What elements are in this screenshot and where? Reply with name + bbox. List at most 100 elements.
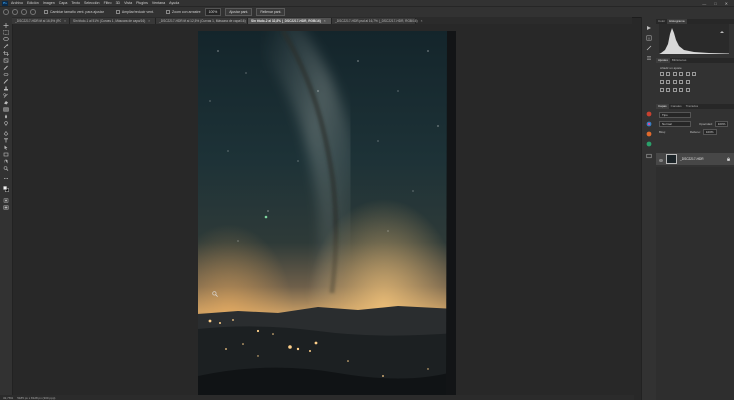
styles-icon[interactable] [646, 121, 652, 127]
tab-adjustments[interactable]: Ajustes [656, 58, 670, 63]
close-window-button[interactable]: ✕ [725, 1, 728, 6]
hand-tool-icon[interactable] [3, 159, 9, 164]
menu-texto[interactable]: Texto [71, 1, 80, 5]
clone-stamp-tool-icon[interactable] [3, 86, 9, 91]
lock-icon [727, 157, 730, 161]
fill-screen-button[interactable]: Rellenar pant. [256, 8, 286, 16]
pen-tool-icon[interactable] [3, 131, 9, 136]
timeline-icon[interactable] [646, 153, 652, 159]
tab-channels[interactable]: Canales [669, 104, 684, 109]
lasso-tool-icon[interactable] [3, 37, 9, 42]
color-balance-icon[interactable] [660, 80, 664, 84]
menu-ventana[interactable]: Ventana [152, 1, 165, 5]
close-tab-icon[interactable]: × [64, 19, 66, 23]
eyedropper-tool-icon[interactable] [3, 65, 9, 70]
quick-mask-icon[interactable] [3, 198, 9, 203]
tools-panel [0, 17, 13, 400]
tab-paths[interactable]: Trazados [684, 104, 700, 109]
hue-saturation-icon[interactable] [691, 72, 696, 76]
quick-select-tool-icon[interactable] [3, 44, 9, 49]
home-icon[interactable] [3, 9, 9, 15]
zoom-tool-icon[interactable] [12, 9, 18, 15]
gradient-tool-icon[interactable] [3, 107, 9, 112]
close-tab-icon[interactable]: × [148, 19, 150, 23]
properties-icon[interactable] [646, 55, 652, 61]
spot-healing-tool-icon[interactable] [3, 72, 9, 77]
menu-filtro[interactable]: Filtro [104, 1, 112, 5]
close-tab-icon[interactable]: × [421, 19, 423, 23]
zoom-tool-icon[interactable] [3, 166, 9, 171]
libraries-color-icon[interactable] [646, 111, 652, 117]
resize-windows-checkbox[interactable] [44, 10, 48, 14]
collapsed-panel-strip [641, 17, 657, 400]
brush-settings-icon[interactable] [646, 45, 652, 51]
menu-3d[interactable]: 3D [116, 1, 121, 5]
menu-vista[interactable]: Vista [124, 1, 132, 5]
menu-edicion[interactable]: Edición [27, 1, 39, 5]
history-icon[interactable] [646, 25, 652, 31]
threshold-icon[interactable] [672, 88, 677, 92]
selective-color-icon[interactable] [679, 88, 684, 92]
document-image[interactable] [198, 31, 456, 396]
panels-dock: Color Histograma Ajustes Bibliotecas Aña… [656, 17, 734, 400]
tab-layers[interactable]: Capas [656, 104, 669, 109]
fill-field[interactable]: 100% [702, 129, 717, 136]
photo-filter-icon[interactable] [672, 80, 677, 84]
exposure-icon[interactable] [679, 72, 684, 76]
crop-tool-icon[interactable] [3, 51, 9, 56]
posterize-icon[interactable] [666, 88, 671, 92]
brush-tool-icon[interactable] [3, 79, 9, 84]
menu-capa[interactable]: Capa [59, 1, 68, 5]
frame-tool-icon[interactable] [3, 58, 9, 63]
rectangle-tool-icon[interactable] [3, 152, 9, 157]
patterns-icon[interactable] [646, 141, 652, 147]
invert-icon[interactable] [660, 88, 664, 92]
layers-list-empty-area [656, 167, 734, 400]
vibrance-icon[interactable] [685, 72, 690, 76]
minimize-button[interactable]: — [702, 1, 706, 6]
layer-filter-row: Tipo [659, 112, 691, 119]
history-brush-tool-icon[interactable] [3, 93, 9, 98]
color-swatches-icon[interactable] [3, 185, 9, 194]
zoom-all-label: Ampliar/reducir vent. [121, 10, 154, 14]
more-tools-icon[interactable] [3, 176, 9, 181]
menu-plugins[interactable]: Plugins [136, 1, 148, 5]
layer-name[interactable]: _DSC2217-HDR [680, 157, 704, 161]
marquee-tool-icon[interactable] [3, 30, 9, 35]
eraser-tool-icon[interactable] [3, 100, 9, 105]
path-selection-tool-icon[interactable] [3, 145, 9, 150]
paragraph-icon[interactable] [646, 131, 652, 137]
close-tab-icon[interactable]: × [324, 19, 326, 23]
menu-imagen[interactable]: Imagen [43, 1, 55, 5]
kind-filter-select[interactable]: Tipo [659, 112, 691, 119]
menu-ayuda[interactable]: Ayuda [169, 1, 179, 5]
zoom-in-icon[interactable] [21, 9, 27, 15]
eye-icon[interactable] [659, 158, 663, 162]
black-white-icon[interactable] [666, 80, 671, 84]
scrubby-zoom-checkbox[interactable] [166, 10, 170, 14]
fit-screen-button[interactable]: Ajustar pant. [225, 8, 253, 16]
curves-icon[interactable] [672, 72, 677, 76]
color-lookup-icon[interactable] [685, 80, 690, 84]
zoom-percent-field[interactable]: 100% [204, 8, 222, 16]
screen-mode-icon[interactable] [3, 205, 9, 210]
brightness-icon[interactable] [660, 72, 664, 76]
type-tool-icon[interactable] [3, 138, 9, 143]
blur-tool-icon[interactable] [3, 114, 9, 119]
dodge-tool-icon[interactable] [3, 121, 9, 126]
maximize-button[interactable]: □ [714, 1, 716, 6]
menu-archivo[interactable]: Archivo [11, 1, 23, 5]
move-tool-icon[interactable] [3, 23, 9, 28]
opacity-field[interactable]: 100% [714, 121, 729, 128]
tab-libraries[interactable]: Bibliotecas [670, 58, 689, 63]
levels-icon[interactable] [666, 72, 671, 76]
blend-mode-select[interactable]: Normal [659, 121, 691, 128]
status-zoom[interactable]: 32,76% [3, 396, 13, 400]
info-icon[interactable] [646, 35, 652, 41]
gradient-map-icon[interactable] [685, 88, 690, 92]
channel-mixer-icon[interactable] [679, 80, 684, 84]
zoom-out-icon[interactable] [30, 9, 36, 15]
zoom-all-checkbox[interactable] [115, 10, 120, 14]
layer-row[interactable]: _DSC2217-HDR [656, 153, 734, 165]
menu-seleccion[interactable]: Selección [84, 1, 100, 5]
